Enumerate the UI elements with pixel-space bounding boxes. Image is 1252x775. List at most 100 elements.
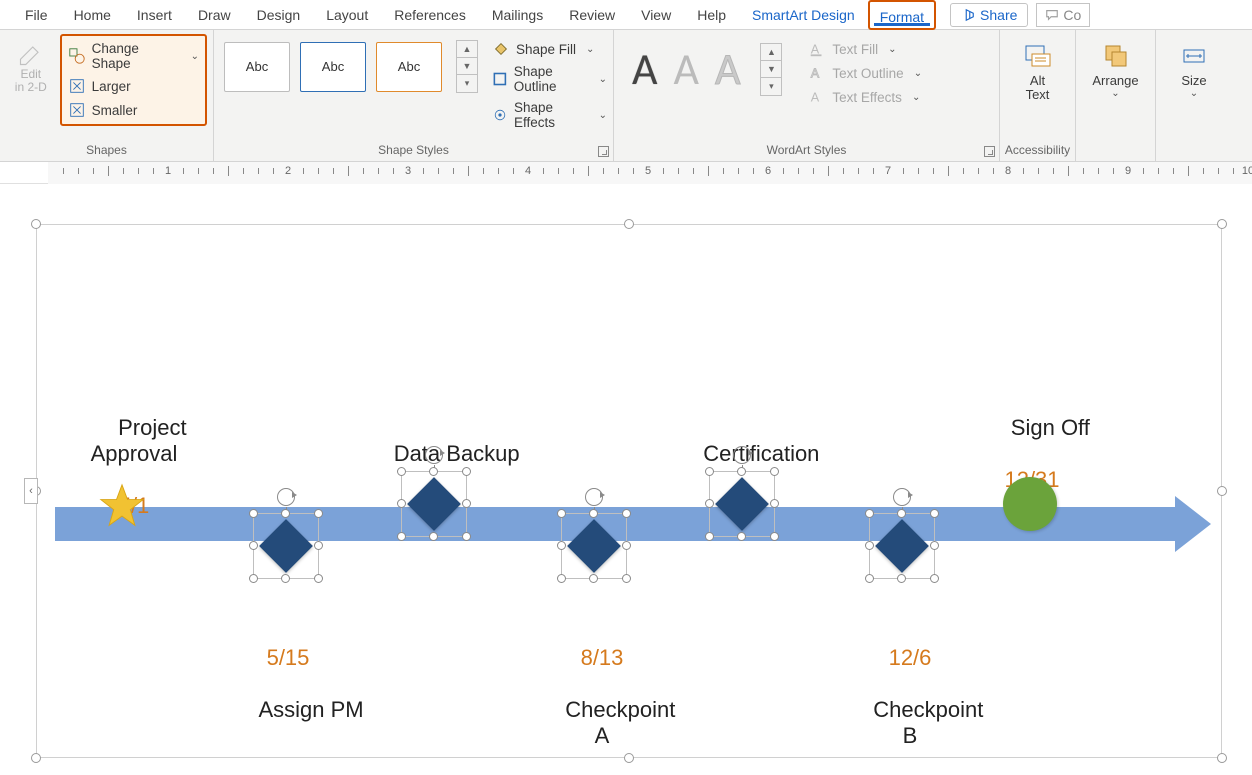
- rotation-handle[interactable]: [893, 488, 911, 506]
- gallery-down-icon[interactable]: ▼: [761, 61, 781, 78]
- text-outline-button: A Text Outline ⌄: [808, 62, 922, 84]
- size-button[interactable]: Size ⌄: [1162, 34, 1226, 99]
- ribbon-tabs: File Home Insert Draw Design Layout Refe…: [0, 0, 1252, 30]
- tab-insert[interactable]: Insert: [124, 0, 185, 30]
- selection-handle[interactable]: [31, 753, 41, 763]
- wordart-preset-1[interactable]: A: [632, 42, 657, 96]
- shape-effects-icon: [492, 106, 508, 124]
- tab-home[interactable]: Home: [61, 0, 124, 30]
- gallery-more-icon[interactable]: ▾: [457, 75, 477, 92]
- group-shape-styles: Abc Abc Abc ▲ ▼ ▾ Shape Fill ⌄ Shape Out…: [214, 30, 614, 161]
- comments-label: Co: [1063, 7, 1081, 23]
- style-card-1[interactable]: Abc: [224, 42, 290, 92]
- smaller-label: Smaller: [92, 103, 138, 118]
- gallery-more-icon[interactable]: ▾: [761, 78, 781, 95]
- shape-selection[interactable]: [869, 513, 935, 579]
- gallery-up-icon[interactable]: ▲: [457, 41, 477, 58]
- smaller-button[interactable]: Smaller: [66, 98, 201, 122]
- rotation-handle[interactable]: [277, 488, 295, 506]
- alt-text-button[interactable]: Alt Text: [1006, 34, 1069, 102]
- shape-fill-icon: [492, 40, 510, 58]
- arrange-button[interactable]: Arrange ⌄: [1084, 34, 1148, 99]
- tab-design[interactable]: Design: [244, 0, 314, 30]
- horizontal-ruler[interactable]: 12345678910: [0, 162, 1252, 184]
- share-button[interactable]: Share: [950, 3, 1028, 27]
- milestone-title: Assign PM: [258, 697, 363, 722]
- gallery-up-icon[interactable]: ▲: [761, 44, 781, 61]
- ruler-number: 2: [285, 165, 291, 177]
- rotation-handle[interactable]: [425, 446, 443, 464]
- chevron-down-icon: ⌄: [1111, 88, 1119, 99]
- change-shape-button[interactable]: Change Shape ⌄: [66, 38, 201, 74]
- rotation-handle[interactable]: [733, 446, 751, 464]
- text-effects-label: Text Effects: [832, 90, 902, 105]
- shape-outline-label: Shape Outline: [514, 64, 589, 94]
- text-pane-toggle[interactable]: ‹: [24, 478, 38, 504]
- size-icon: [1178, 40, 1210, 72]
- shape-fill-button[interactable]: Shape Fill ⌄: [492, 38, 607, 60]
- ruler-number: 5: [645, 165, 651, 177]
- milestone-label[interactable]: 5/15 Assign PM: [223, 593, 353, 749]
- tab-mailings[interactable]: Mailings: [479, 0, 556, 30]
- shape-outline-icon: [492, 70, 508, 88]
- svg-text:A: A: [811, 67, 820, 81]
- star-shape[interactable]: [99, 483, 145, 529]
- selection-handle[interactable]: [1217, 486, 1227, 496]
- gallery-down-icon[interactable]: ▼: [457, 58, 477, 75]
- tab-file[interactable]: File: [12, 0, 61, 30]
- circle-shape[interactable]: [1003, 477, 1057, 531]
- shape-style-gallery[interactable]: Abc Abc Abc ▲ ▼ ▾: [220, 34, 482, 99]
- shape-effects-button[interactable]: Shape Effects ⌄: [492, 98, 607, 132]
- milestone-label[interactable]: 12/6 Checkpoint B: [835, 593, 985, 775]
- chevron-down-icon: ⌄: [599, 74, 607, 85]
- larger-button[interactable]: Larger: [66, 74, 201, 98]
- wordart-gallery[interactable]: A A A ▲ ▼ ▾: [620, 34, 794, 104]
- ribbon-body: Edit in 2-D Change Shape ⌄ Larger Smalle…: [0, 30, 1252, 162]
- selection-handle[interactable]: [31, 219, 41, 229]
- milestone-title: Sign Off: [1011, 415, 1090, 440]
- style-card-3[interactable]: Abc: [376, 42, 442, 92]
- wordart-preset-2[interactable]: A: [673, 42, 698, 96]
- shape-selection[interactable]: [709, 471, 775, 537]
- comments-button[interactable]: Co: [1036, 3, 1090, 27]
- milestone-title: Project Approval: [91, 415, 187, 466]
- milestone-title: Checkpoint B: [873, 697, 983, 748]
- shape-selection[interactable]: [561, 513, 627, 579]
- tab-smartart-design[interactable]: SmartArt Design: [739, 0, 868, 30]
- shape-selection[interactable]: [253, 513, 319, 579]
- tab-layout[interactable]: Layout: [313, 0, 381, 30]
- selection-handle[interactable]: [624, 219, 634, 229]
- document-canvas[interactable]: ‹ Project Approval 5/1 Data Backup 7/1 C…: [0, 184, 1252, 772]
- smartart-frame[interactable]: ‹ Project Approval 5/1 Data Backup 7/1 C…: [36, 224, 1222, 758]
- svg-text:A: A: [811, 91, 820, 105]
- tab-format[interactable]: Format: [868, 0, 936, 30]
- tab-view[interactable]: View: [628, 0, 684, 30]
- dialog-launcher-icon[interactable]: [984, 146, 995, 157]
- alt-text-label: Alt Text: [1026, 74, 1050, 102]
- ruler-number: 3: [405, 165, 411, 177]
- shape-outline-button[interactable]: Shape Outline ⌄: [492, 62, 607, 96]
- tab-references[interactable]: References: [381, 0, 479, 30]
- shape-selection[interactable]: [401, 471, 467, 537]
- wordart-gallery-spinner[interactable]: ▲ ▼ ▾: [760, 43, 782, 96]
- shape-fill-label: Shape Fill: [516, 42, 576, 57]
- gallery-spinner[interactable]: ▲ ▼ ▾: [456, 40, 478, 93]
- arrange-label: Arrange: [1092, 74, 1138, 88]
- ruler-number: 9: [1125, 165, 1131, 177]
- milestone-label[interactable]: Project Approval 5/1: [69, 389, 199, 571]
- selection-handle[interactable]: [1217, 753, 1227, 763]
- selection-handle[interactable]: [1217, 219, 1227, 229]
- tab-draw[interactable]: Draw: [185, 0, 244, 30]
- rotation-handle[interactable]: [585, 488, 603, 506]
- tab-help[interactable]: Help: [684, 0, 739, 30]
- dialog-launcher-icon[interactable]: [598, 146, 609, 157]
- style-card-2[interactable]: Abc: [300, 42, 366, 92]
- tab-review[interactable]: Review: [556, 0, 628, 30]
- wordart-preset-3[interactable]: A: [715, 42, 740, 96]
- group-accessibility: Alt Text Accessibility: [1000, 30, 1076, 161]
- milestone-label[interactable]: 8/13 Checkpoint A: [527, 593, 677, 775]
- group-shapes: Edit in 2-D Change Shape ⌄ Larger Smalle…: [0, 30, 214, 161]
- ruler-number: 1: [165, 165, 171, 177]
- text-fill-label: Text Fill: [832, 42, 878, 57]
- group-size-label: [1156, 155, 1232, 161]
